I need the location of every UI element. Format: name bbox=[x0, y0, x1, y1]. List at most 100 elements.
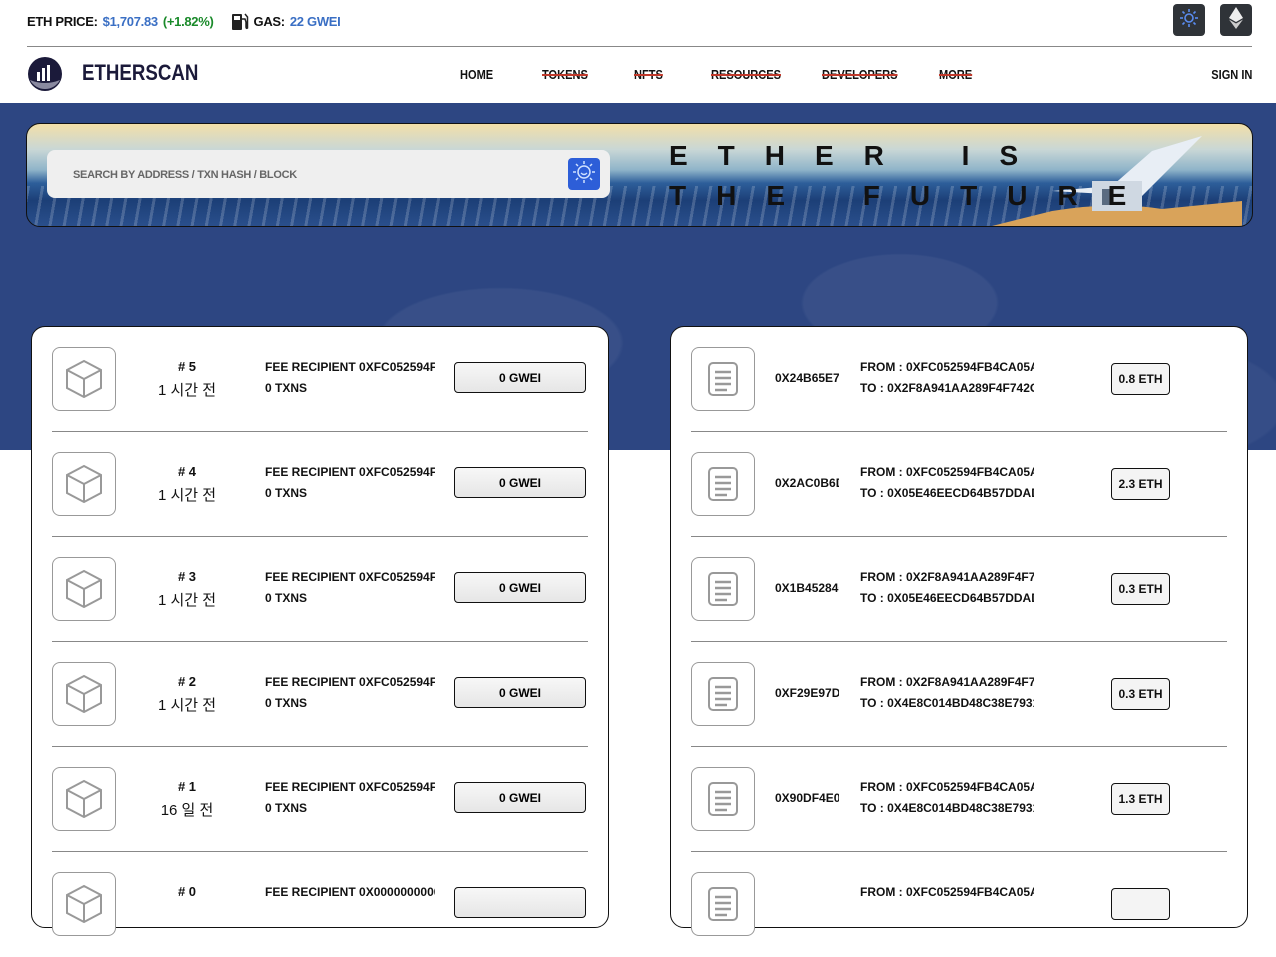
tx-to[interactable]: TO : 0X05E46EECD64B57DDAD23857 bbox=[860, 486, 1034, 500]
document-icon bbox=[691, 347, 755, 411]
transaction-row[interactable]: 0XF29E97D9 FROM : 0X2F8A941AA289F4F742C4… bbox=[691, 642, 1227, 747]
nav-home[interactable]: HOME bbox=[460, 67, 493, 82]
nav-tokens[interactable]: TOKENS bbox=[542, 67, 588, 82]
sun-icon bbox=[572, 160, 596, 189]
block-number[interactable]: # 3 bbox=[132, 569, 242, 584]
block-age: 1 시간 전 bbox=[157, 487, 217, 504]
tx-value-badge: 0.3 ETH bbox=[1111, 573, 1170, 605]
document-icon bbox=[691, 662, 755, 726]
eth-price-change: (+1.82%) bbox=[162, 13, 214, 29]
hero-tagline: ETHER IS THE FUTURE bbox=[669, 140, 1157, 211]
block-age: 1 시간 전 bbox=[157, 592, 217, 609]
document-icon bbox=[691, 452, 755, 516]
gas-pump-icon bbox=[231, 11, 249, 31]
cube-icon bbox=[52, 452, 116, 516]
transaction-row[interactable]: 0X2AC0B6D1 FROM : 0XFC052594FB4CA05A8C94… bbox=[691, 432, 1227, 537]
block-age: 16 일 전 bbox=[160, 802, 214, 819]
block-reward-button[interactable]: 0 GWEI bbox=[454, 467, 586, 498]
block-row[interactable]: # 4 1 시간 전 FEE RECIPIENT 0XFC052594FB4CA… bbox=[52, 432, 588, 537]
transaction-row[interactable]: 0X24B65E72 FROM : 0XFC052594FB4CA05A8C94… bbox=[691, 327, 1227, 432]
block-number[interactable]: # 4 bbox=[132, 464, 242, 479]
cube-icon bbox=[52, 662, 116, 726]
tx-hash[interactable]: 0X2AC0B6D1 bbox=[775, 476, 839, 490]
cube-icon bbox=[52, 557, 116, 621]
latest-blocks-panel: # 5 1 시간 전 FEE RECIPIENT 0XFC052594FB4CA… bbox=[31, 326, 609, 936]
tx-from[interactable]: FROM : 0XFC052594FB4CA05A8C94 bbox=[860, 780, 1034, 794]
tx-to[interactable]: TO : 0X2F8A941AA289F4F742C4FF7 bbox=[860, 381, 1034, 395]
block-txns[interactable]: 0 TXNS bbox=[265, 486, 307, 500]
eth-price-value: $1,707.83 bbox=[102, 13, 158, 29]
transaction-row[interactable]: FROM : 0XFC052594FB4CA05A8C94 bbox=[691, 852, 1227, 957]
block-age: 1 시간 전 bbox=[157, 382, 217, 399]
tx-value-badge: 0.8 ETH bbox=[1111, 363, 1170, 395]
fee-recipient[interactable]: FEE RECIPIENT 0XFC052594FB4CA05A8C94 bbox=[265, 780, 435, 794]
block-age: 1 시간 전 bbox=[157, 697, 217, 714]
block-row[interactable]: # 3 1 시간 전 FEE RECIPIENT 0XFC052594FB4CA… bbox=[52, 537, 588, 642]
tx-value-badge: 0.3 ETH bbox=[1111, 678, 1170, 710]
top-bar: ETH PRICE: $1,707.83 (+1.82%) GAS: 22 GW… bbox=[0, 0, 1276, 46]
price-line: ETH PRICE: $1,707.83 (+1.82%) GAS: 22 GW… bbox=[27, 11, 341, 31]
block-number[interactable]: # 2 bbox=[132, 674, 242, 689]
block-txns[interactable]: 0 TXNS bbox=[265, 591, 307, 605]
cube-icon bbox=[52, 767, 116, 831]
tx-to[interactable]: TO : 0X05E46EECD64B57DDAD23857 bbox=[860, 591, 1034, 605]
search-button[interactable] bbox=[568, 158, 600, 190]
hero-banner: ETHER IS THE FUTURE bbox=[26, 123, 1253, 227]
tx-value-badge: 1.3 ETH bbox=[1111, 783, 1170, 815]
fee-recipient[interactable]: FEE RECIPIENT 0XFC052594FB4CA05A8C94 bbox=[265, 360, 435, 374]
cube-icon bbox=[52, 872, 116, 936]
block-txns[interactable]: 0 TXNS bbox=[265, 696, 307, 710]
tx-hash[interactable]: 0X90DF4E0E bbox=[775, 791, 839, 805]
block-reward-button[interactable]: 0 GWEI bbox=[454, 362, 586, 393]
block-row[interactable]: # 1 16 일 전 FEE RECIPIENT 0XFC052594FB4CA… bbox=[52, 747, 588, 852]
main-nav: ETHERSCAN HOME TOKENS NFTS RESOURCES DEV… bbox=[0, 47, 1276, 103]
nav-more[interactable]: MORE bbox=[939, 67, 972, 82]
block-reward-button[interactable] bbox=[454, 887, 586, 918]
block-number[interactable]: # 1 bbox=[132, 779, 242, 794]
block-txns[interactable]: 0 TXNS bbox=[265, 381, 307, 395]
eth-price-label: ETH PRICE: bbox=[27, 13, 98, 29]
tx-value-badge: 2.3 ETH bbox=[1111, 468, 1170, 500]
fee-recipient[interactable]: FEE RECIPIENT 0XFC052594FB4CA05A8C94 bbox=[265, 465, 435, 479]
block-row[interactable]: # 0 FEE RECIPIENT 0X0000000000000000000 bbox=[52, 852, 588, 957]
document-icon bbox=[691, 872, 755, 936]
theme-toggle-button[interactable] bbox=[1173, 4, 1205, 36]
block-row[interactable]: # 2 1 시간 전 FEE RECIPIENT 0XFC052594FB4CA… bbox=[52, 642, 588, 747]
tx-hash[interactable]: 0X1B45284C bbox=[775, 581, 839, 595]
tx-hash[interactable]: 0XF29E97D9 bbox=[775, 686, 839, 700]
transaction-row[interactable]: 0X1B45284C FROM : 0X2F8A941AA289F4F742C4… bbox=[691, 537, 1227, 642]
block-row[interactable]: # 5 1 시간 전 FEE RECIPIENT 0XFC052594FB4CA… bbox=[52, 327, 588, 432]
network-button[interactable] bbox=[1220, 4, 1252, 36]
gas-value: 22 GWEI bbox=[289, 13, 341, 29]
tx-to[interactable]: TO : 0X4E8C014BD48C38E7931994 bbox=[860, 696, 1034, 710]
latest-transactions-panel: 0X24B65E72 FROM : 0XFC052594FB4CA05A8C94… bbox=[670, 326, 1248, 936]
search-input[interactable] bbox=[71, 164, 555, 186]
block-txns[interactable]: 0 TXNS bbox=[265, 801, 307, 815]
fee-recipient[interactable]: FEE RECIPIENT 0XFC052594FB4CA05A8C94 bbox=[265, 570, 435, 584]
sun-icon bbox=[1179, 8, 1199, 33]
ethereum-icon bbox=[1228, 6, 1244, 34]
block-reward-button[interactable]: 0 GWEI bbox=[454, 782, 586, 813]
sign-in-link[interactable]: SIGN IN bbox=[1211, 67, 1252, 82]
document-icon bbox=[691, 767, 755, 831]
transaction-row[interactable]: 0X90DF4E0E FROM : 0XFC052594FB4CA05A8C94… bbox=[691, 747, 1227, 852]
cube-icon bbox=[52, 347, 116, 411]
gas-label: GAS: bbox=[253, 13, 286, 29]
tx-from[interactable]: FROM : 0XFC052594FB4CA05A8C94 bbox=[860, 465, 1034, 479]
nav-resources[interactable]: RESOURCES bbox=[711, 67, 781, 82]
nav-nfts[interactable]: NFTS bbox=[634, 67, 663, 82]
etherscan-logo-icon[interactable] bbox=[27, 56, 63, 92]
block-reward-button[interactable]: 0 GWEI bbox=[454, 677, 586, 708]
tx-from[interactable]: FROM : 0XFC052594FB4CA05A8C94 bbox=[860, 360, 1034, 374]
tx-to[interactable]: TO : 0X4E8C014BD48C38E7931994 bbox=[860, 801, 1034, 815]
block-reward-button[interactable]: 0 GWEI bbox=[454, 572, 586, 603]
tx-hash[interactable]: 0X24B65E72 bbox=[775, 371, 839, 385]
tx-from[interactable]: FROM : 0X2F8A941AA289F4F742C4 bbox=[860, 675, 1034, 689]
brand-name[interactable]: ETHERSCAN bbox=[82, 60, 198, 86]
nav-developers[interactable]: DEVELOPERS bbox=[822, 67, 898, 82]
tx-from[interactable]: FROM : 0X2F8A941AA289F4F742C4 bbox=[860, 570, 1034, 584]
document-icon bbox=[691, 557, 755, 621]
search-box bbox=[47, 150, 610, 198]
fee-recipient[interactable]: FEE RECIPIENT 0XFC052594FB4CA05A8C94 bbox=[265, 675, 435, 689]
block-number[interactable]: # 5 bbox=[132, 359, 242, 374]
